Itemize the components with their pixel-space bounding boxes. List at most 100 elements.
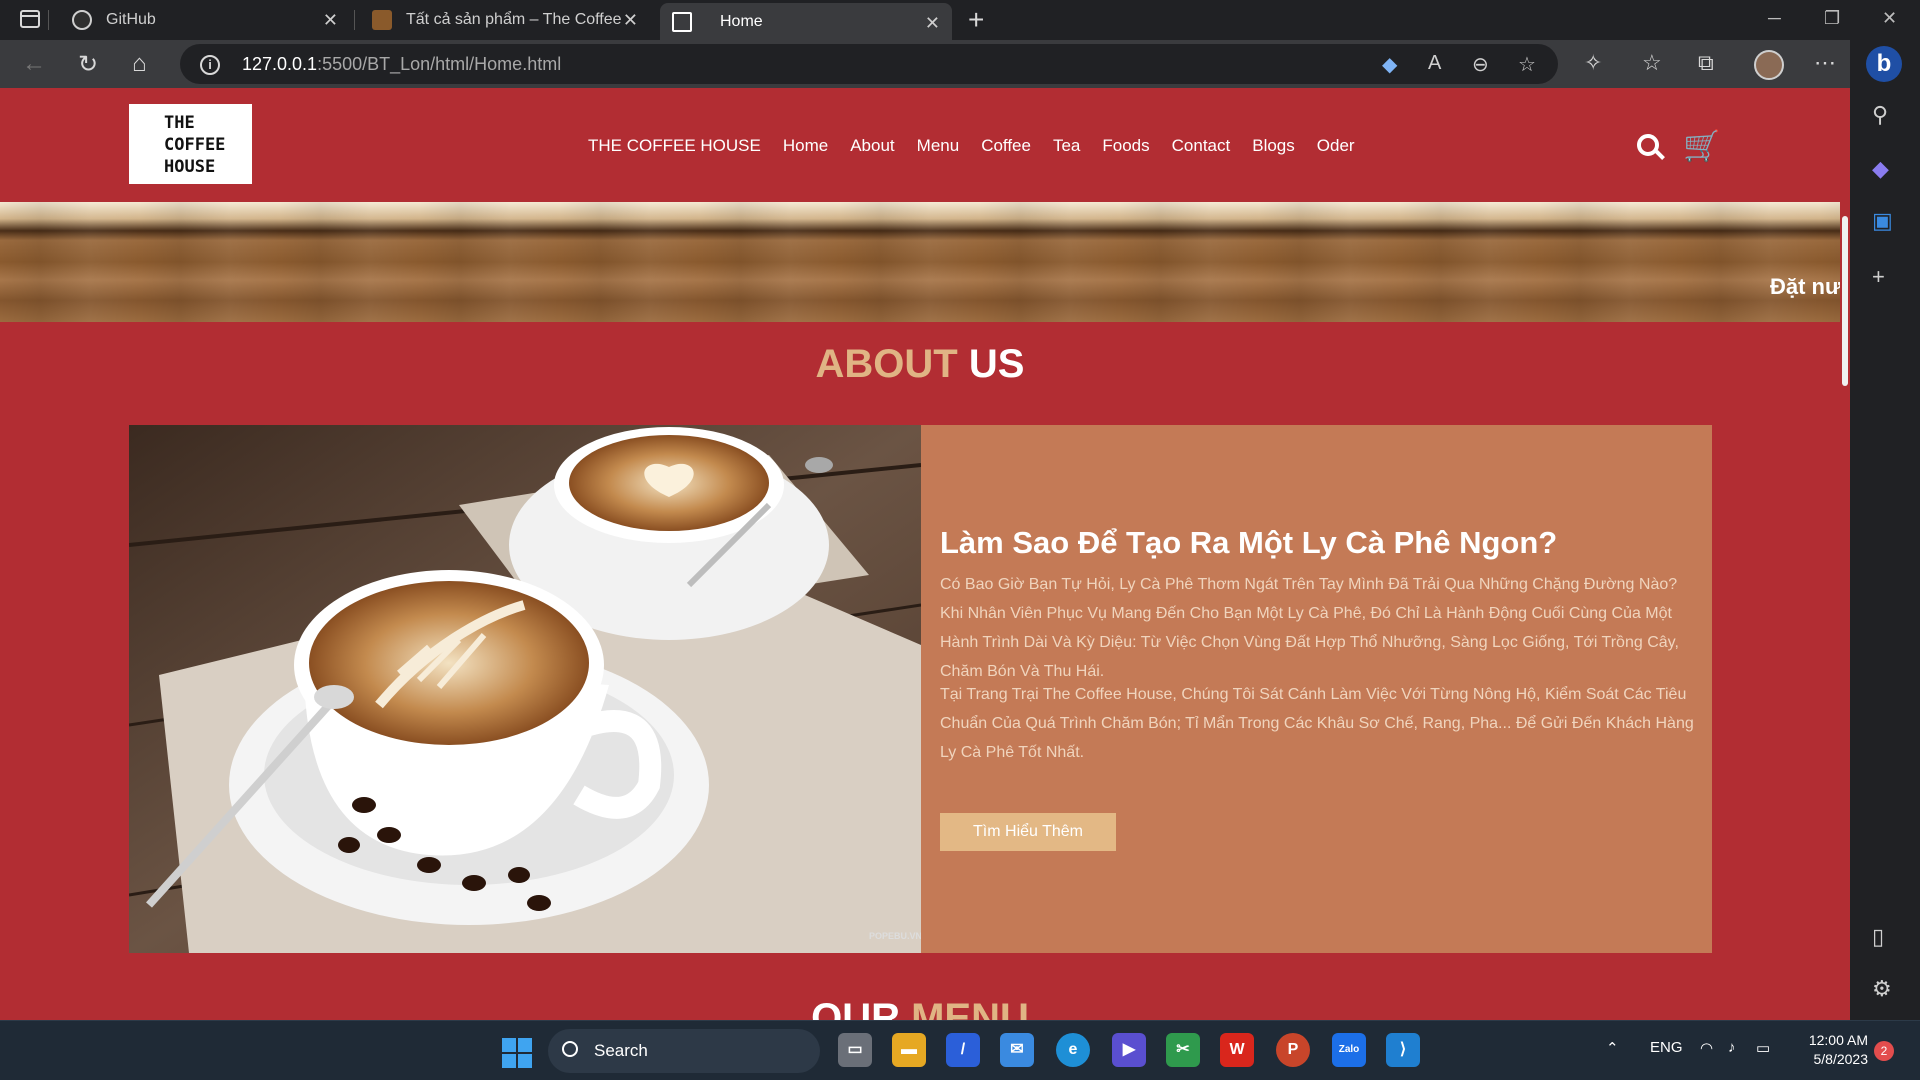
info-icon[interactable]: i (200, 55, 220, 75)
extensions-icon[interactable]: ✧ (1584, 50, 1602, 76)
web-page: THE COFFEE HOUSE THE COFFEE HOUSE Home A… (0, 88, 1850, 1020)
copilot-app-icon[interactable]: ▶ (1112, 1033, 1146, 1067)
sidebar-toggle-icon[interactable]: ▯ (1872, 924, 1884, 950)
divider (354, 10, 355, 30)
search-label: Search (594, 1041, 648, 1060)
tab-label: Tất cả sản phẩm – The Coffee House (406, 11, 626, 28)
zoom-out-icon[interactable]: ⊖ (1472, 52, 1489, 77)
edge-sidebar (1850, 40, 1920, 1020)
address-toolbar: ← ↻ ⌂ i 127.0.0.1:5500/BT_Lon/html/Home.… (0, 40, 1920, 88)
profile-avatar[interactable] (1754, 50, 1784, 80)
about-paragraph-2: Tại Trang Trại The Coffee House, Chúng T… (940, 686, 1694, 761)
read-aloud-icon[interactable]: A (1428, 52, 1441, 75)
nav-item-home[interactable]: Home (783, 136, 828, 156)
search-icon[interactable] (1637, 134, 1659, 156)
back-icon[interactable]: ← (22, 50, 46, 78)
about-content-box: Làm Sao Để Tạo Ra Một Ly Cà Phê Ngon? Có… (921, 425, 1712, 953)
copilot-icon[interactable]: ◆ (1872, 156, 1889, 182)
coffee-cups-image: POPEBU.VN (129, 425, 921, 953)
menu-section-title: OUR MENU (0, 996, 1840, 1020)
about-heading: Làm Sao Để Tạo Ra Một Ly Cà Phê Ngon? (940, 525, 1558, 560)
chevron-up-icon[interactable]: ⌃ (1606, 1039, 1619, 1057)
divider (48, 10, 49, 30)
favorites-icon[interactable]: ☆ (1642, 50, 1662, 76)
search-icon (562, 1041, 578, 1057)
about-section-title: ABOUT US (0, 342, 1840, 387)
close-icon[interactable]: ✕ (925, 13, 940, 34)
edge-icon[interactable]: e (1056, 1033, 1090, 1067)
close-icon[interactable]: ✕ (623, 10, 638, 31)
address-bar[interactable]: i 127.0.0.1:5500/BT_Lon/html/Home.html ◆… (180, 44, 1558, 84)
collections-icon[interactable]: ⧉ (1698, 50, 1714, 76)
tab-actions-icon[interactable] (20, 10, 40, 28)
url-text[interactable]: 127.0.0.1:5500/BT_Lon/html/Home.html (242, 54, 561, 75)
site-logo[interactable]: THE COFFEE HOUSE (129, 104, 252, 184)
add-favorite-icon[interactable]: ☆ (1518, 52, 1536, 77)
clock-time: 12:00 AM (1808, 1032, 1868, 1048)
taskbar-search[interactable]: Search (548, 1029, 820, 1073)
logo-line: THE (164, 113, 195, 133)
nav-item-brand[interactable]: THE COFFEE HOUSE (588, 136, 761, 156)
add-app-icon[interactable]: + (1872, 264, 1885, 290)
tab-label: Home (720, 12, 763, 30)
coffee-house-favicon (372, 10, 392, 30)
nav-item-tea[interactable]: Tea (1053, 136, 1080, 156)
restore-button[interactable]: ❐ (1824, 8, 1840, 29)
clock[interactable]: 12:00 AM 5/8/2023 (1800, 1031, 1868, 1069)
wifi-icon[interactable]: ◠ (1700, 1039, 1713, 1057)
file-explorer-icon[interactable]: ▬ (892, 1033, 926, 1067)
new-tab-button[interactable]: + (968, 4, 984, 36)
bing-chat-icon[interactable]: b (1866, 46, 1902, 82)
about-paragraph-1: Có Bao Giờ Bạn Tự Hỏi, Ly Cà Phê Thơm Ng… (940, 576, 1679, 680)
nav-item-about[interactable]: About (850, 136, 894, 156)
zalo-icon[interactable]: Zalo (1332, 1033, 1366, 1067)
tab-home[interactable]: Home ✕ (660, 3, 952, 40)
battery-icon[interactable]: ▭ (1756, 1039, 1770, 1057)
language-indicator[interactable]: ENG (1650, 1039, 1683, 1056)
snipping-tool-icon[interactable]: ✂ (1166, 1033, 1200, 1067)
site-header: THE COFFEE HOUSE THE COFFEE HOUSE Home A… (0, 88, 1850, 202)
home-icon[interactable]: ⌂ (132, 50, 147, 78)
outlook-icon[interactable]: ▣ (1872, 208, 1893, 234)
hero-banner: Đặt nư (0, 202, 1840, 322)
vscode-icon[interactable]: ⟩ (1386, 1033, 1420, 1067)
cart-icon[interactable]: 🛒 (1683, 129, 1720, 164)
tab-label: GitHub (106, 11, 156, 28)
task-view-icon[interactable]: ▭ (838, 1033, 872, 1067)
nav-item-coffee[interactable]: Coffee (981, 136, 1031, 156)
tab-coffee-house[interactable]: Tất cả sản phẩm – The Coffee House ✕ (360, 0, 650, 40)
refresh-icon[interactable]: ↻ (78, 50, 98, 79)
logo-line: HOUSE (164, 157, 216, 177)
github-icon (72, 10, 92, 30)
more-options-icon[interactable]: ⋯ (1814, 50, 1836, 76)
minimize-button[interactable]: ─ (1768, 8, 1781, 29)
nav-item-menu[interactable]: Menu (917, 136, 960, 156)
browser-tab-bar: GitHub ✕ Tất cả sản phẩm – The Coffee Ho… (0, 0, 1920, 40)
image-watermark: POPEBU.VN (869, 931, 921, 941)
nav-item-contact[interactable]: Contact (1172, 136, 1231, 156)
notification-badge[interactable]: 2 (1874, 1041, 1894, 1061)
banner-text: Đặt nư (1770, 274, 1840, 299)
mail-icon[interactable]: ✉ (1000, 1033, 1034, 1067)
price-tag-icon[interactable]: ◆ (1382, 52, 1397, 77)
main-nav: THE COFFEE HOUSE Home About Menu Coffee … (588, 136, 1377, 156)
windows-logo-tile (502, 1054, 516, 1068)
title-word: US (968, 342, 1025, 386)
close-icon[interactable]: ✕ (323, 10, 338, 31)
tab-github[interactable]: GitHub ✕ (60, 0, 350, 40)
start-button[interactable] (502, 1038, 532, 1068)
wps-office-icon[interactable]: W (1220, 1033, 1254, 1067)
powerpoint-icon[interactable]: P (1276, 1033, 1310, 1067)
learn-more-button[interactable]: Tìm Hiểu Thêm (940, 813, 1116, 851)
nav-item-foods[interactable]: Foods (1102, 136, 1149, 156)
nav-item-blogs[interactable]: Blogs (1252, 136, 1295, 156)
search-icon[interactable]: ⚲ (1872, 102, 1888, 128)
url-path: :5500/BT_Lon/html/Home.html (317, 54, 562, 74)
whiteboard-icon[interactable]: / (946, 1033, 980, 1067)
volume-icon[interactable]: ♪ (1728, 1039, 1736, 1056)
settings-icon[interactable]: ⚙ (1872, 976, 1892, 1002)
nav-item-order[interactable]: Oder (1317, 136, 1355, 156)
window-close-button[interactable]: ✕ (1882, 8, 1897, 29)
logo-line: COFFEE (164, 135, 226, 155)
scrollbar-thumb[interactable] (1842, 216, 1848, 386)
